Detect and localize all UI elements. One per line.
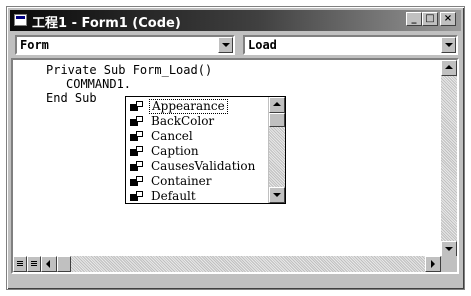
list-item[interactable]: Caption (128, 144, 268, 159)
list-scroll-down-button[interactable] (269, 187, 285, 203)
list-item-label: Caption (151, 144, 199, 158)
list-item[interactable]: BackColor (128, 114, 268, 129)
code-line: COMMAND1. (66, 77, 132, 91)
property-icon (130, 146, 144, 157)
property-icon (130, 101, 144, 112)
vertical-scrollbar[interactable] (441, 60, 457, 257)
list-scroll-up-button[interactable] (269, 97, 285, 113)
list-item-label: Appearance (149, 99, 228, 114)
code-line: Private Sub Form_Load() (46, 63, 213, 77)
code-window-icon (14, 14, 27, 26)
procedure-view-icon[interactable] (13, 256, 27, 272)
list-item-label: Cancel (151, 129, 193, 143)
list-item-label: Container (151, 174, 212, 188)
minimize-button[interactable]: _ (406, 12, 422, 26)
code-line: End Sub (46, 91, 97, 105)
object-combo[interactable]: Form (15, 35, 235, 55)
list-item[interactable]: CausesValidation (128, 159, 268, 174)
maximize-button[interactable]: □ (422, 12, 438, 26)
list-item-label: Default (151, 189, 196, 202)
horizontal-scroll-thumb[interactable] (57, 256, 71, 272)
object-combo-value: Form (20, 38, 49, 52)
code-editor[interactable]: Private Sub Form_Load() COMMAND1. End Su… (11, 58, 459, 274)
list-item[interactable]: Default (128, 189, 268, 202)
list-item-label: CausesValidation (151, 159, 256, 173)
scroll-right-button[interactable] (425, 256, 441, 272)
autocomplete-scrollbar[interactable] (268, 97, 285, 203)
list-item[interactable]: Appearance (128, 99, 268, 114)
autocomplete-list[interactable]: Appearance BackColor Cancel Caption Caus… (125, 96, 286, 204)
procedure-combo-dropdown-button[interactable] (441, 37, 456, 53)
property-icon (130, 131, 144, 142)
window-title: 工程1 - Form1 (Code) (32, 16, 181, 31)
property-icon (130, 191, 144, 202)
horizontal-scrollbar[interactable] (13, 256, 441, 272)
title-bar[interactable]: 工程1 - Form1 (Code) _ □ × (10, 10, 461, 31)
list-item[interactable]: Cancel (128, 129, 268, 144)
list-item[interactable]: Container (128, 174, 268, 189)
scroll-up-button[interactable] (441, 60, 457, 76)
size-grip (441, 256, 457, 272)
property-icon (130, 116, 144, 127)
procedure-combo-value: Load (248, 38, 277, 52)
full-module-view-icon[interactable] (27, 256, 41, 272)
code-window: 工程1 - Form1 (Code) _ □ × Form Load Priva… (6, 6, 465, 290)
scroll-left-button[interactable] (41, 256, 57, 272)
property-icon (130, 161, 144, 172)
procedure-combo[interactable]: Load (243, 35, 458, 55)
property-icon (130, 176, 144, 187)
close-button[interactable]: × (440, 12, 456, 26)
object-combo-dropdown-button[interactable] (218, 37, 233, 53)
scroll-down-button[interactable] (441, 241, 457, 257)
list-item-label: BackColor (151, 114, 215, 128)
list-scroll-thumb[interactable] (269, 113, 285, 127)
